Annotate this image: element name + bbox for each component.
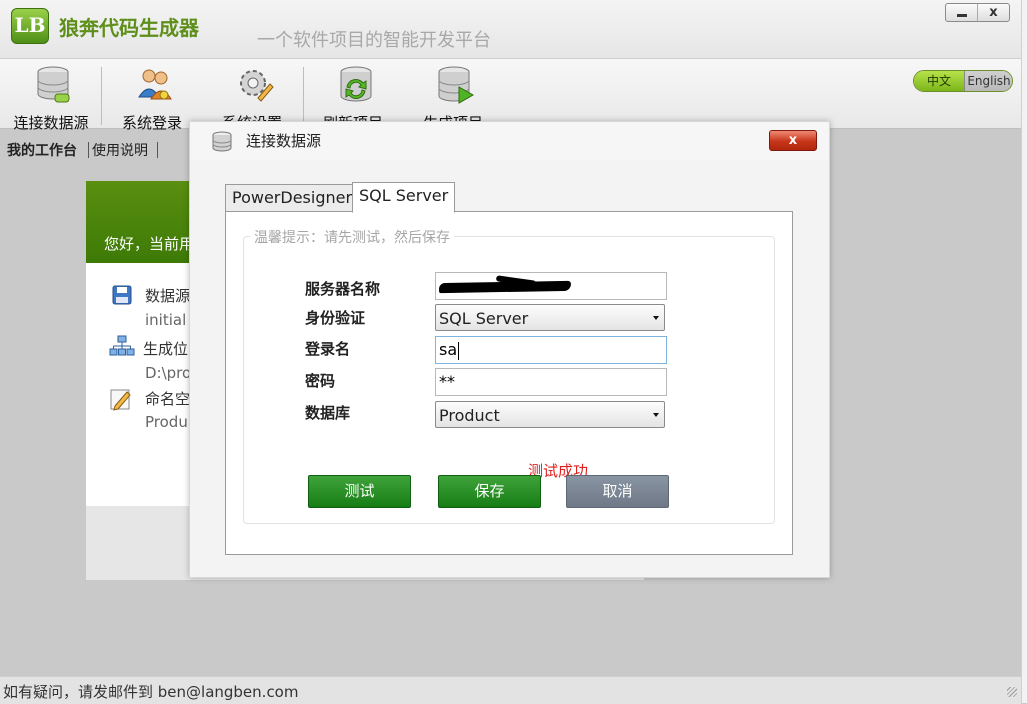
- dropdown-arrow-icon: [653, 413, 659, 417]
- app-logo: LB: [11, 8, 49, 44]
- lang-chinese-button[interactable]: 中文: [914, 71, 964, 91]
- tab-sql-server[interactable]: SQL Server: [352, 182, 456, 213]
- tab-powerdesigner[interactable]: PowerDesigner: [225, 184, 360, 211]
- gear-pencil-icon: [240, 70, 274, 102]
- generate-project-button[interactable]: 生成项目: [405, 65, 501, 132]
- users-key-icon: [138, 69, 172, 100]
- toolbar-label: 连接数据源: [13, 114, 89, 132]
- login-input[interactable]: sa: [435, 336, 667, 364]
- toolbar-label: 系统登录: [121, 114, 182, 132]
- database-refresh-icon: [340, 66, 372, 102]
- sitemap-icon: [109, 335, 135, 356]
- login-value: sa: [439, 340, 458, 359]
- form-hint: 温馨提示：请先测试，然后保存: [250, 227, 454, 247]
- system-login-button[interactable]: 系统登录: [104, 65, 200, 132]
- namespace-value: Produ: [145, 413, 188, 431]
- save-button[interactable]: 保存: [438, 475, 541, 508]
- datasource-value: initial: [145, 311, 187, 329]
- tab-manual[interactable]: 使用说明: [92, 140, 148, 160]
- test-button[interactable]: 测试: [308, 475, 411, 508]
- output-path-value: D:\pro: [145, 364, 192, 382]
- password-label: 密码: [305, 372, 336, 390]
- login-label: 登录名: [305, 340, 351, 358]
- app-header: LB 狼奔代码生成器 一个软件项目的智能开发平台 x: [0, 0, 1021, 59]
- app-title: 狼奔代码生成器: [59, 16, 199, 40]
- system-settings-button[interactable]: 系统设置: [204, 65, 300, 132]
- output-path-label: 生成位: [143, 340, 189, 358]
- window-controls: x: [945, 3, 1010, 22]
- auth-select[interactable]: SQL Server: [435, 304, 665, 331]
- database-selected: Product: [439, 406, 500, 425]
- window-close-button[interactable]: x: [978, 4, 1009, 21]
- text-caret: [458, 341, 460, 360]
- toolbar-separator: [101, 67, 102, 125]
- welcome-greeting: 您好，当前用: [104, 235, 195, 253]
- tab-workbench[interactable]: 我的工作台: [7, 140, 77, 160]
- toolbar-separator: [303, 67, 304, 125]
- main-toolbar: 连接数据源 系统登录 系统设置 刷新项目: [0, 59, 1021, 132]
- connection-form: 温馨提示：请先测试，然后保存 服务器名称 身份验证 SQL Server 登录名…: [243, 227, 775, 524]
- password-value: **: [439, 372, 455, 391]
- sql-server-tab-panel: 温馨提示：请先测试，然后保存 服务器名称 身份验证 SQL Server 登录名…: [225, 211, 793, 555]
- database-connect-icon: [37, 66, 70, 103]
- connect-datasource-dialog: 连接数据源 x PowerDesigner SQL Server 温馨提示：请先…: [189, 121, 830, 578]
- cancel-button[interactable]: 取消: [566, 475, 669, 508]
- tab-separator: [88, 142, 89, 158]
- datasource-label: 数据源: [145, 287, 191, 305]
- minimize-button[interactable]: [946, 4, 978, 21]
- save-disk-icon: [112, 285, 132, 305]
- lang-english-button[interactable]: English: [964, 71, 1012, 91]
- dialog-title: 连接数据源: [246, 132, 322, 150]
- resize-grip-icon[interactable]: [1007, 687, 1017, 697]
- password-input[interactable]: **: [435, 368, 667, 396]
- dialog-close-button[interactable]: x: [769, 130, 817, 151]
- dialog-titlebar[interactable]: 连接数据源 x: [190, 122, 829, 160]
- redaction-scribble: [438, 280, 572, 294]
- window-edge: [1021, 0, 1027, 703]
- dropdown-arrow-icon: [653, 316, 659, 320]
- edit-note-icon: [110, 389, 131, 411]
- auth-selected: SQL Server: [439, 309, 529, 328]
- namespace-label: 命名空: [145, 390, 191, 408]
- status-bar: 如有疑问，请发邮件到 ben@langben.com: [0, 676, 1021, 704]
- server-name-input[interactable]: [435, 272, 667, 300]
- app-tagline: 一个软件项目的智能开发平台: [257, 30, 491, 51]
- database-icon: [212, 131, 232, 152]
- auth-label: 身份验证: [305, 309, 366, 327]
- server-name-label: 服务器名称: [305, 280, 381, 298]
- tab-separator: [157, 142, 158, 158]
- database-label: 数据库: [305, 404, 351, 422]
- contact-email-text: 如有疑问，请发邮件到 ben@langben.com: [3, 683, 299, 701]
- database-play-icon: [438, 66, 475, 104]
- refresh-project-button[interactable]: 刷新项目: [305, 65, 401, 132]
- database-select[interactable]: Product: [435, 401, 665, 428]
- connect-datasource-button[interactable]: 连接数据源: [3, 65, 99, 132]
- language-switch: 中文 English: [913, 70, 1013, 92]
